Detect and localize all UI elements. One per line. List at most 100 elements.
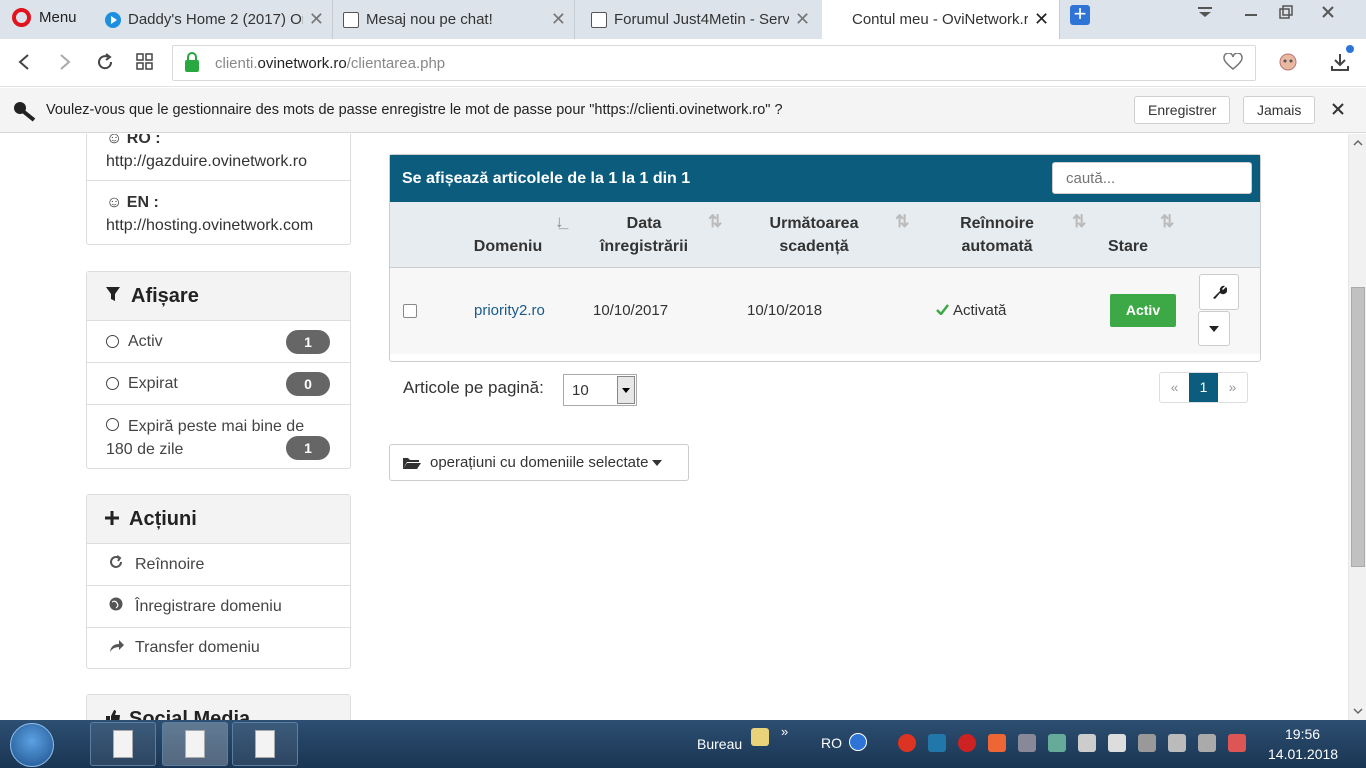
thumbs-up-icon bbox=[105, 708, 121, 720]
volume-icon[interactable] bbox=[1018, 734, 1036, 752]
column-stare[interactable]: Stare bbox=[1098, 235, 1158, 258]
new-tab-button[interactable]: + bbox=[1070, 3, 1090, 25]
tab-contul-meu[interactable]: Contul meu - OviNetwork.ro ✕ bbox=[822, 0, 1060, 39]
domain-link[interactable]: priority2.ro bbox=[474, 302, 545, 319]
language-indicator[interactable]: RO bbox=[821, 735, 842, 751]
sort-icon[interactable]: ⇅ bbox=[708, 212, 722, 232]
plus-icon bbox=[105, 508, 119, 531]
sort-icon[interactable]: ⇅ bbox=[1072, 212, 1086, 232]
scroll-down-icon[interactable] bbox=[1350, 706, 1366, 716]
link-en[interactable]: ☺ EN : http://hosting.ovinetwork.com bbox=[106, 191, 313, 237]
usb-icon[interactable] bbox=[1108, 734, 1126, 752]
bulk-operations-button[interactable]: operațiuni cu domeniile selectate bbox=[389, 444, 689, 481]
display-icon[interactable] bbox=[1138, 734, 1156, 752]
help-icon[interactable] bbox=[849, 733, 867, 751]
tab-daddys-home[interactable]: Daddy's Home 2 (2017) Online ✕ bbox=[97, 0, 333, 39]
minimize-icon[interactable] bbox=[1237, 0, 1265, 24]
filter-item-expirat[interactable]: Expirat 0 bbox=[87, 362, 350, 404]
bulk-operations-label: operațiuni cu domeniile selectate bbox=[430, 454, 649, 471]
select-arrow[interactable] bbox=[617, 376, 635, 404]
column-data-inregistrarii[interactable]: Data înregistrării bbox=[589, 212, 699, 258]
never-save-button[interactable]: Jamais bbox=[1243, 96, 1316, 124]
close-bar-icon[interactable] bbox=[1331, 102, 1345, 121]
globe-icon bbox=[109, 597, 135, 616]
per-page-label: Articole pe pagină: bbox=[403, 378, 544, 397]
row-checkbox[interactable] bbox=[403, 304, 417, 318]
close-icon[interactable]: ✕ bbox=[795, 9, 810, 30]
toolbar-label[interactable]: Bureau bbox=[697, 736, 742, 752]
caret-down-icon bbox=[622, 387, 630, 393]
app-tray-icon[interactable] bbox=[988, 734, 1006, 752]
sort-icon[interactable]: ⇅ bbox=[895, 212, 909, 232]
page-scrollbar[interactable] bbox=[1348, 134, 1366, 720]
toolbar-expand-icon[interactable]: » bbox=[781, 724, 788, 739]
domains-table-panel: Se afișează articolele de la 1 la 1 din … bbox=[389, 154, 1261, 362]
address-bar: clienti. ovinetwork.ro/clientarea.php bbox=[0, 39, 1366, 87]
scroll-up-icon[interactable] bbox=[1350, 138, 1366, 148]
url-path: /clientarea.php bbox=[346, 54, 446, 72]
reload-icon[interactable] bbox=[93, 50, 117, 74]
table-search-input[interactable] bbox=[1052, 162, 1252, 194]
mega-icon[interactable] bbox=[898, 734, 916, 752]
folder-open-icon bbox=[403, 457, 421, 469]
signal-icon[interactable] bbox=[1198, 734, 1216, 752]
antivirus-icon[interactable] bbox=[958, 734, 976, 752]
window-close-icon[interactable] bbox=[1306, 0, 1350, 24]
taskbar-app-1[interactable] bbox=[90, 722, 156, 766]
power-icon[interactable] bbox=[1228, 734, 1246, 752]
folder-icon[interactable] bbox=[751, 728, 769, 746]
taskbar-app-2[interactable] bbox=[162, 722, 228, 766]
vpn-badge-icon[interactable] bbox=[1276, 50, 1300, 74]
save-password-button[interactable]: Enregistrer bbox=[1134, 96, 1231, 124]
radio-icon bbox=[106, 377, 119, 390]
column-reinnoire-automata[interactable]: Reînnoire automată bbox=[945, 212, 1049, 258]
sort-active-icon[interactable]: ↓̲ bbox=[555, 212, 564, 232]
start-button[interactable] bbox=[10, 723, 54, 767]
tab-mesaj-nou[interactable]: Mesaj nou pe chat! ✕ bbox=[335, 0, 575, 39]
share-arrow-icon bbox=[109, 639, 135, 658]
column-urmatoarea-scadenta[interactable]: Următoarea scadență bbox=[758, 212, 870, 258]
close-icon[interactable]: ✕ bbox=[551, 9, 566, 30]
pagination-next[interactable]: » bbox=[1218, 373, 1247, 402]
sort-icon[interactable]: ⇅ bbox=[1160, 212, 1174, 232]
close-icon[interactable]: ✕ bbox=[1034, 9, 1049, 30]
link-label: EN : bbox=[126, 194, 159, 211]
action-renew[interactable]: Reînnoire bbox=[87, 544, 350, 585]
filter-item-expira-180[interactable]: Expiră peste mai bine de 180 de zile 1 bbox=[87, 404, 350, 466]
scrollbar-thumb[interactable] bbox=[1351, 287, 1365, 567]
close-icon[interactable]: ✕ bbox=[309, 9, 324, 30]
pagination: « 1 » bbox=[1159, 372, 1248, 403]
filter-item-label: Expirat bbox=[128, 374, 178, 392]
forward-icon[interactable] bbox=[53, 50, 77, 74]
taskbar-app-3[interactable] bbox=[232, 722, 298, 766]
pagination-prev[interactable]: « bbox=[1160, 373, 1189, 402]
action-label: Înregistrare domeniu bbox=[135, 597, 282, 615]
skype-icon[interactable] bbox=[928, 734, 946, 752]
action-transfer-domain[interactable]: Transfer domeniu bbox=[87, 627, 350, 668]
restore-icon[interactable] bbox=[1271, 0, 1301, 24]
action-register-domain[interactable]: Înregistrare domeniu bbox=[87, 585, 350, 627]
pin-icon[interactable] bbox=[1168, 734, 1186, 752]
download-icon[interactable] bbox=[1328, 50, 1352, 74]
tab-menu-icon[interactable] bbox=[1190, 0, 1220, 24]
key-icon bbox=[12, 100, 36, 127]
row-dropdown-button[interactable] bbox=[1198, 311, 1230, 346]
auto-renew-label: Activată bbox=[953, 302, 1007, 319]
url-field[interactable]: clienti. ovinetwork.ro/clientarea.php bbox=[172, 45, 1256, 81]
network-icon[interactable] bbox=[1048, 734, 1066, 752]
manage-button[interactable] bbox=[1199, 274, 1239, 310]
clock-date[interactable]: 14.01.2018 bbox=[1268, 746, 1338, 762]
device-icon[interactable] bbox=[1078, 734, 1096, 752]
column-domeniu[interactable]: Domeniu bbox=[468, 235, 548, 258]
clock-time[interactable]: 19:56 bbox=[1285, 726, 1320, 742]
heart-icon[interactable] bbox=[1223, 52, 1243, 75]
back-icon[interactable] bbox=[12, 50, 36, 74]
pagination-current-page[interactable]: 1 bbox=[1189, 373, 1218, 402]
tab-forum[interactable]: Forumul Just4Metin - Server ✕ bbox=[583, 0, 823, 39]
link-ro[interactable]: ☺ RO : http://gazduire.ovinetwork.ro bbox=[106, 134, 307, 173]
filter-item-activ[interactable]: Activ 1 bbox=[87, 321, 350, 362]
speed-dial-icon[interactable] bbox=[133, 50, 157, 74]
per-page-value: 10 bbox=[572, 382, 589, 399]
per-page-select[interactable]: 10 bbox=[563, 374, 637, 406]
opera-menu-button[interactable]: Menu bbox=[12, 8, 77, 27]
